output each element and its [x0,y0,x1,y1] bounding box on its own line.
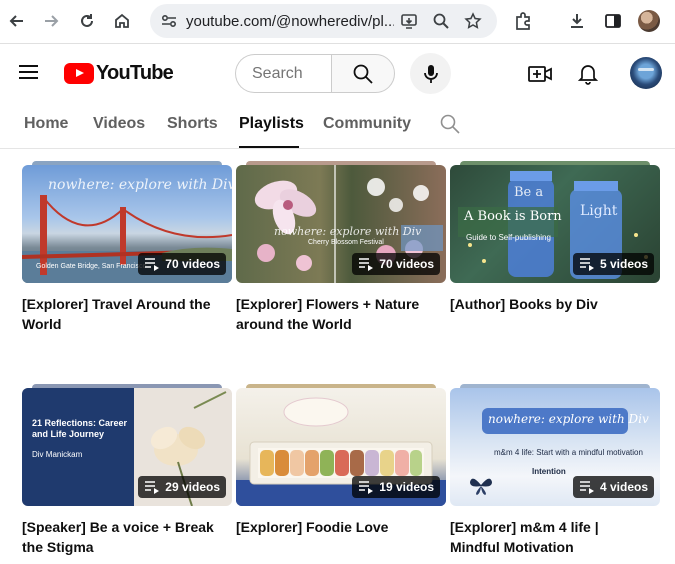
video-count-badge: 70 videos [352,253,440,275]
video-count-badge: 5 videos [572,253,654,275]
jar-text: Be a [514,185,544,200]
search-button[interactable] [331,54,395,93]
playlist-title[interactable]: [Explorer] m&m 4 life | Mindful Motivati… [450,517,650,557]
playlist-icon [359,258,374,271]
playlist-title[interactable]: [Explorer] Travel Around the World [22,294,222,334]
site-settings-icon[interactable] [160,12,178,30]
thumbnail-caption: Div Manickam [32,450,83,459]
home-icon[interactable] [111,10,133,32]
logo-text: YouTube [96,61,174,84]
thumbnail-caption: m&m 4 life: Start with a mindful motivat… [494,448,643,457]
back-arrow-icon[interactable] [6,10,28,32]
thumbnail-overlay-text: nowhere: explore with Div [274,225,422,238]
thumbnail-caption: Golden Gate Bridge, San Francisco [36,263,147,270]
search-input[interactable]: Search [235,54,332,93]
playlist-thumbnail[interactable]: 21 Reflections: Career and Life Journey … [22,388,232,506]
youtube-header: YouTube Search [0,44,675,102]
video-count-badge: 70 videos [138,253,226,275]
playlist-title[interactable]: [Explorer] Flowers + Nature around the W… [236,294,436,334]
reload-icon[interactable] [76,10,98,32]
speaker-panel [22,388,134,506]
bookmark-star-icon[interactable] [464,12,482,30]
install-app-icon[interactable] [400,12,418,30]
side-panel-icon[interactable] [602,10,624,32]
browser-profile-avatar[interactable] [638,10,660,32]
create-video-icon [528,66,552,82]
butterfly-icon [470,478,492,495]
playlist-card[interactable]: nowhere: explore with Div Cherry Blossom… [236,161,446,334]
voice-search-button[interactable] [410,53,451,94]
video-count: 19 videos [379,480,434,494]
playlist-title[interactable]: [Author] Books by Div [450,294,650,314]
zoom-icon[interactable] [432,12,450,30]
notifications-button[interactable] [576,62,600,86]
browser-toolbar: youtube.com/@nowherediv/pl... [0,0,675,44]
playlist-icon [579,481,594,494]
thumbnail-tag: Intention [532,467,566,476]
playlist-thumbnail[interactable]: nowhere: explore with Div Cherry Blossom… [236,165,446,283]
playlist-card[interactable]: nowhere: explore with Div m&m 4 life: St… [450,384,660,557]
playlist-card[interactable]: nowhere: explore with Div Golden Gate Br… [22,161,232,334]
search-icon [353,64,373,84]
microphone-icon [423,64,438,83]
tab-videos[interactable]: Videos [93,115,145,133]
playlist-title[interactable]: [Speaker] Be a voice + Break the Stigma [22,517,222,557]
thumbnail-caption: Cherry Blossom Festival [308,239,384,246]
thumbnail-overlay-text: A Book is Born [464,209,562,224]
playlist-title[interactable]: [Explorer] Foodie Love [236,517,436,537]
playlist-thumbnail[interactable]: Be a Light A Book is Born Guide to Self-… [450,165,660,283]
playlist-thumbnail[interactable]: nowhere: explore with Div m&m 4 life: St… [450,388,660,506]
tab-shorts[interactable]: Shorts [167,115,218,133]
bell-icon [578,65,598,85]
playlist-card[interactable]: Be a Light A Book is Born Guide to Self-… [450,161,660,314]
playlist-card[interactable]: 21 Reflections: Career and Life Journey … [22,384,232,557]
url-text[interactable]: youtube.com/@nowherediv/pl... [186,13,394,30]
video-count-badge: 19 videos [352,476,440,498]
video-count-badge: 4 videos [572,476,654,498]
thumbnail-overlay-text: 21 Reflections: Career and Life Journey [32,418,128,439]
active-tab-indicator [239,146,299,148]
video-count-badge: 29 videos [138,476,226,498]
playlist-icon [145,258,160,271]
tab-community[interactable]: Community [323,115,411,133]
playlist-card[interactable]: 19 videos [Explorer] Foodie Love [236,384,446,537]
video-count: 5 videos [599,257,648,271]
create-video-button[interactable] [528,62,552,86]
tab-home[interactable]: Home [24,115,68,133]
channel-search-icon[interactable] [439,113,461,135]
downloads-icon[interactable] [566,10,588,32]
playlist-icon [579,258,594,271]
video-count: 29 videos [165,480,220,494]
account-avatar[interactable] [630,57,662,89]
playlist-icon [145,481,160,494]
thumbnail-overlay-text: nowhere: explore with Div [488,412,649,426]
playlist-thumbnail[interactable]: 19 videos [236,388,446,506]
thumbnail-overlay-text: nowhere: explore with Div [48,177,232,193]
thumbnail-caption: Guide to Self-publishing [466,233,551,242]
channel-tabs: Home Videos Shorts Playlists Community [0,102,675,149]
video-count: 70 videos [165,257,220,271]
video-count: 70 videos [379,257,434,271]
playlist-icon [359,481,374,494]
youtube-logo[interactable]: YouTube [64,61,174,84]
forward-arrow-icon[interactable] [40,10,62,32]
address-bar[interactable]: youtube.com/@nowherediv/pl... [150,4,497,38]
playlist-thumbnail[interactable]: nowhere: explore with Div Golden Gate Br… [22,165,232,283]
video-count: 4 videos [599,480,648,494]
youtube-play-icon [64,62,94,84]
jar-text: Light [580,203,618,219]
menu-icon[interactable] [19,65,38,79]
extensions-icon[interactable] [512,10,534,32]
tab-playlists[interactable]: Playlists [239,115,304,133]
